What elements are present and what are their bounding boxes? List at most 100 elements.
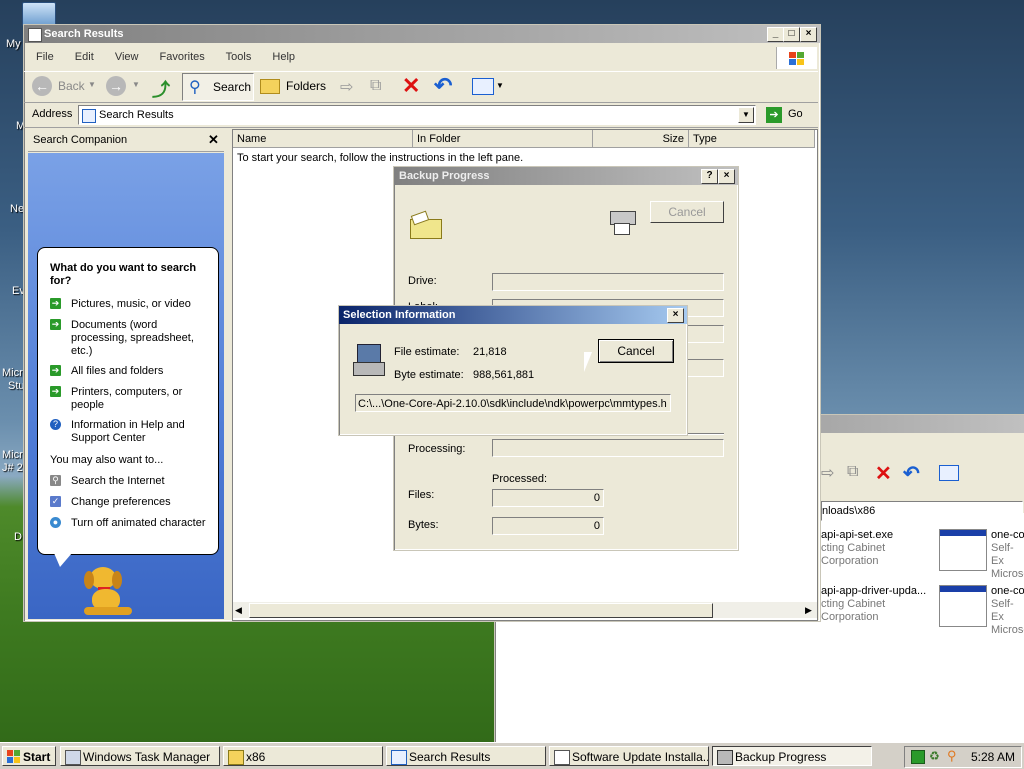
desktop-label-9[interactable]: D [14,531,22,543]
search-icon: ⚲ [50,475,61,486]
recycle-tray-icon[interactable]: ♻ [929,749,940,763]
views-icon[interactable] [939,465,959,481]
copy-to-icon[interactable]: ⧉ [370,77,381,95]
horizontal-scrollbar[interactable]: ◀ ▶ [233,602,817,618]
delete-icon[interactable]: ✕ [402,73,420,99]
folder-icon [228,750,244,765]
column-type[interactable]: Type [689,130,815,148]
address-dropdown-button[interactable]: ▼ [738,107,754,123]
menu-edit[interactable]: Edit [75,51,94,63]
search-button[interactable]: ⚲ Search [182,73,254,101]
views-icon[interactable] [472,78,494,95]
move-to-icon[interactable]: ⇨ [821,463,834,483]
bytes-label: Bytes: [408,519,439,531]
start-label: Start [23,750,51,764]
search-results-icon [82,109,96,123]
chevron-down-icon[interactable]: ▼ [132,80,140,89]
taskbar: Start Windows Task Manager x86 Search Re… [0,742,1024,769]
selection-information-titlebar[interactable]: Selection Information × [339,306,687,324]
column-size[interactable]: Size [593,130,689,148]
files-count: 0 [492,489,604,507]
close-button[interactable]: × [667,308,684,323]
scroll-right-icon[interactable]: ▶ [805,605,812,616]
backup-progress-titlebar[interactable]: Backup Progress ? × [394,167,738,185]
close-button[interactable]: × [718,169,735,184]
scroll-left-icon[interactable]: ◀ [235,605,242,616]
search-companion-header: Search Companion ✕ [28,129,224,152]
list-item[interactable]: one-co Self-Ex Microsc [991,585,1024,637]
address-input[interactable]: Search Results ▼ [78,105,756,125]
folders-icon[interactable] [260,79,280,94]
chevron-down-icon[interactable]: ▼ [496,81,504,90]
search-dog-icon[interactable] [80,567,136,619]
list-item[interactable]: one-co Self-Ex Microsc [991,529,1024,581]
drive-field [492,273,724,291]
menu-help[interactable]: Help [272,51,295,63]
task-windows-task-manager[interactable]: Windows Task Manager [60,746,220,766]
menu-view[interactable]: View [115,51,139,63]
search-question: What do you want to search for? [50,262,197,287]
copy-to-icon[interactable]: ⧉ [847,463,858,481]
delete-icon[interactable]: ✕ [875,461,892,486]
installer-icon[interactable] [939,529,987,571]
processed-label: Processed: [492,473,548,485]
desktop-label-8[interactable]: J# 2 [2,462,23,474]
window-icon [28,28,42,42]
installer-icon[interactable] [939,585,987,627]
backup-drive-icon [353,344,385,376]
windows-logo-icon [776,47,817,69]
undo-icon[interactable]: ↶ [903,461,920,486]
mouse-cursor-icon [584,352,592,372]
desktop-label-3[interactable]: Ne [10,203,24,215]
byte-estimate-value: 988,561,881 [473,369,535,381]
folders-button-label[interactable]: Folders [286,72,326,100]
go-button-label[interactable]: Go [788,108,803,120]
desktop-label-1[interactable]: My [6,38,21,50]
up-folder-icon[interactable]: ⤴ [152,76,170,102]
my-computer-icon[interactable] [22,2,56,26]
task-software-update[interactable]: Software Update Installa... [549,746,709,766]
back-icon[interactable]: ← [32,76,52,96]
chevron-down-icon[interactable]: ▼ [88,80,96,89]
cancel-button[interactable]: Cancel [598,339,674,363]
bubble-tail [54,553,72,567]
undo-icon[interactable]: ↶ [434,73,452,99]
go-arrow-icon[interactable]: ➔ [766,107,782,123]
explorer-titlebar[interactable]: Search Results _ □ × [24,25,820,43]
back-button-label[interactable]: Back [58,72,85,100]
drive-label: Drive: [408,275,437,287]
scroll-thumb[interactable] [249,603,713,618]
minimize-button[interactable]: _ [767,27,784,42]
cancel-button[interactable]: Cancel [650,201,724,223]
search-results-icon [391,750,407,765]
search-tray-icon[interactable]: ⚲ [947,748,957,764]
task-manager-tray-icon[interactable] [911,750,925,764]
address-bar: Address Search Results ▼ ➔ Go [24,103,818,128]
help-button[interactable]: ? [701,169,718,184]
explorer-title: Search Results [44,28,124,40]
menu-file[interactable]: File [36,51,54,63]
close-pane-icon[interactable]: ✕ [208,132,219,148]
empty-message: To start your search, follow the instruc… [237,152,524,164]
background-address-field[interactable]: nloads\x86 [821,501,1023,521]
processing-field [492,439,724,457]
list-item[interactable]: api-api-set.exe cting Cabinet Corporatio… [821,529,941,568]
start-button[interactable]: Start [2,746,56,766]
forward-icon[interactable]: → [106,76,126,96]
menu-tools[interactable]: Tools [226,51,252,63]
menu-favorites[interactable]: Favorites [160,51,205,63]
clock[interactable]: 5:28 AM [971,750,1015,764]
list-item[interactable]: api-app-driver-upda... cting Cabinet Cor… [821,585,951,624]
close-button[interactable]: × [800,27,817,42]
task-search-results[interactable]: Search Results [386,746,546,766]
column-in-folder[interactable]: In Folder [413,130,593,148]
move-to-icon[interactable]: ⇨ [340,77,353,97]
task-x86[interactable]: x86 [223,746,383,766]
file-name: api-api-set.exe [821,529,894,541]
byte-estimate-label: Byte estimate: [394,369,464,381]
task-backup-progress[interactable]: Backup Progress [712,746,872,766]
maximize-button[interactable]: □ [783,27,800,42]
file-name: api-app-driver-upda... [821,585,927,597]
column-name[interactable]: Name [233,130,413,148]
search-companion-pane: What do you want to search for? ➔ Picture… [28,153,224,619]
